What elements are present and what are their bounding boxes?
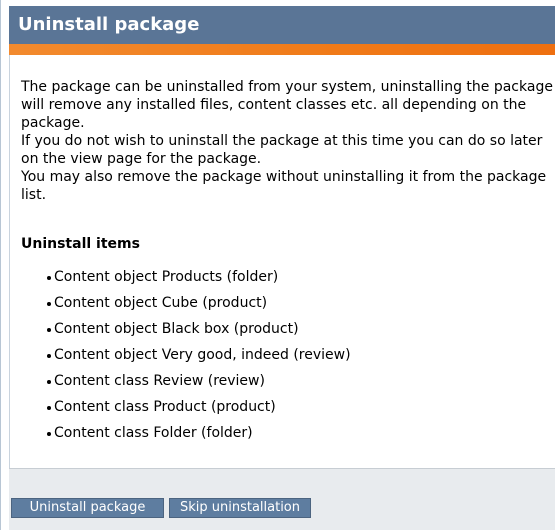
description-line-1: The package can be uninstalled from your…: [21, 79, 553, 131]
bullet-icon: [47, 354, 51, 358]
list-item: Content class Review (review): [21, 372, 351, 390]
bullet-icon: [47, 406, 51, 410]
list-item: Content class Folder (folder): [21, 424, 351, 442]
list-item-label: Content object Black box (product): [54, 321, 299, 337]
description-line-3: You may also remove the package without …: [21, 169, 547, 203]
content-panel: The package can be uninstalled from your…: [9, 55, 555, 468]
uninstall-items-list: Content object Products (folder) Content…: [21, 268, 351, 450]
list-item-label: Content object Products (folder): [54, 269, 279, 285]
title-accent-bar: [9, 44, 555, 55]
bullet-icon: [47, 328, 51, 332]
list-item: Content object Very good, indeed (review…: [21, 346, 351, 364]
list-item: Content class Product (product): [21, 398, 351, 416]
page-title: Uninstall package: [18, 14, 200, 35]
list-item-label: Content class Folder (folder): [54, 425, 253, 441]
list-item-label: Content class Review (review): [54, 373, 265, 389]
description: The package can be uninstalled from your…: [21, 78, 553, 204]
list-item: Content object Cube (product): [21, 294, 351, 312]
title-bar: Uninstall package: [9, 6, 555, 44]
list-item: Content object Black box (product): [21, 320, 351, 338]
description-line-2: If you do not wish to uninstall the pack…: [21, 133, 543, 167]
button-bar: Uninstall package Skip uninstallation: [9, 468, 555, 530]
bullet-icon: [47, 302, 51, 306]
uninstall-items-heading: Uninstall items: [21, 236, 140, 252]
list-item: Content object Products (folder): [21, 268, 351, 286]
bullet-icon: [47, 432, 51, 436]
uninstall-package-window: Uninstall package The package can be uni…: [0, 0, 555, 530]
bullet-icon: [47, 380, 51, 384]
bullet-icon: [47, 276, 51, 280]
uninstall-package-button[interactable]: Uninstall package: [11, 498, 164, 518]
list-item-label: Content class Product (product): [54, 399, 276, 415]
list-item-label: Content object Cube (product): [54, 295, 268, 311]
list-item-label: Content object Very good, indeed (review…: [54, 347, 351, 363]
skip-uninstallation-button[interactable]: Skip uninstallation: [169, 498, 311, 518]
